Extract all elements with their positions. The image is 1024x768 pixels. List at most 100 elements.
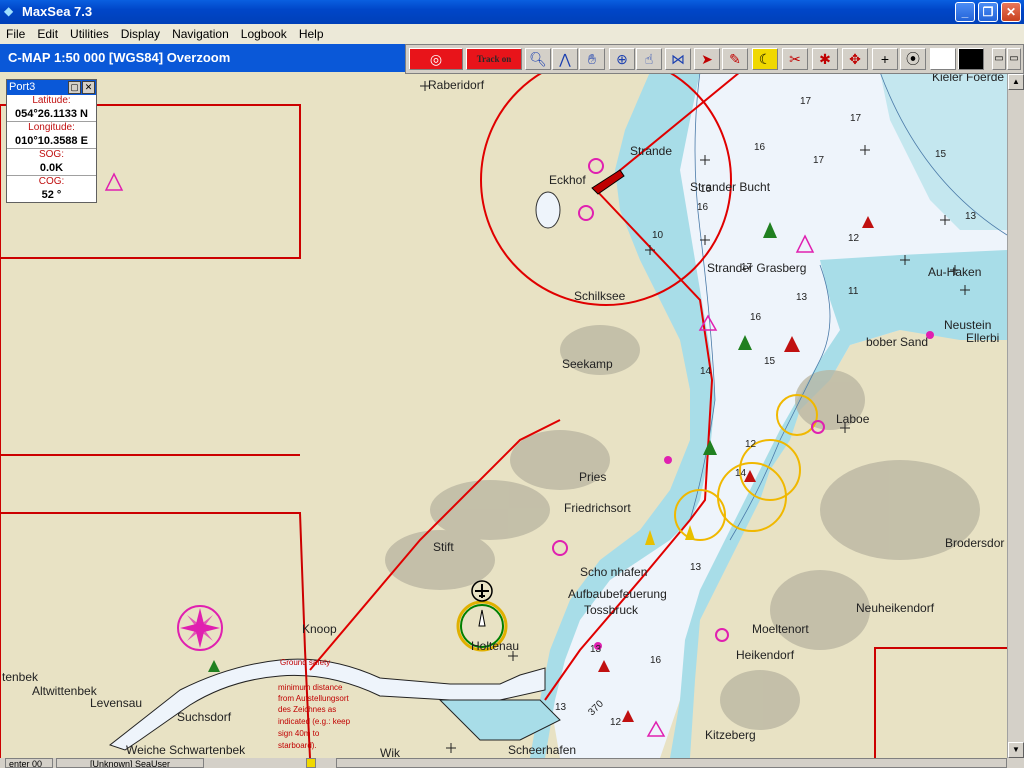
place-au-haken: Au-Haken <box>928 265 981 279</box>
svg-text:17: 17 <box>800 96 812 107</box>
place-aufbau: Aufbaubefeuerung <box>568 587 667 601</box>
place-neustein: Neustein <box>944 318 991 332</box>
port-panel-title: Port3 <box>9 81 36 93</box>
place-raberidorf: Raberidorf <box>428 78 485 92</box>
zoom-tool-button[interactable]: 🔍︎ <box>525 48 551 70</box>
pan-tool-button[interactable]: ✋︎ <box>579 48 605 70</box>
maximize-button[interactable]: ❐ <box>978 2 998 22</box>
maxsea-app-icon: ◆ <box>4 4 14 18</box>
place-knoop: Knoop <box>302 622 337 636</box>
target-icon: ⦿ <box>906 51 920 67</box>
place-moeltenort: Moeltenort <box>752 622 809 636</box>
waypoint-tool-button[interactable]: ✱ <box>812 48 838 70</box>
place-suchsdorf: Suchsdorf <box>177 710 232 724</box>
place-tossbruck: Tossbruck <box>584 603 639 617</box>
longitude-value: 010°10.3588 E <box>7 134 96 149</box>
target-button[interactable]: ⦿ <box>900 48 926 70</box>
record-button[interactable]: ◎ <box>409 48 463 70</box>
pencil-tool-button[interactable]: ✎ <box>722 48 748 70</box>
place-pries: Pries <box>579 470 606 484</box>
place-tenbek: tenbek <box>2 670 39 684</box>
place-holtenau: Holtenau <box>471 639 519 653</box>
route-tool-button[interactable]: ⋈ <box>665 48 691 70</box>
move-tool-button[interactable]: ☝︎ <box>636 48 662 70</box>
svg-text:12: 12 <box>745 439 757 450</box>
scroll-up-button[interactable]: ▲ <box>1008 74 1024 90</box>
main-toolbar: ◎ Track on 🔍︎ ⋀ ✋︎ ⊕ ☝︎ ⋈ ➤ ✎ ☾ ✂ ✱ ✥ + … <box>405 44 1024 74</box>
arrow-cursor-icon: ➤ <box>701 51 713 67</box>
status-cell-1: enter 00 <box>5 758 53 768</box>
panel-restore-button[interactable]: ▢ <box>68 81 81 94</box>
menu-display[interactable]: Display <box>115 24 166 41</box>
port-panel-header[interactable]: Port3 ▢ ✕ <box>7 80 96 95</box>
scroll-down-button[interactable]: ▼ <box>1008 742 1024 758</box>
svg-text:12: 12 <box>848 233 860 244</box>
scissors-tool-button[interactable]: ✂ <box>782 48 808 70</box>
mark-icon: ☾ <box>758 51 772 67</box>
panel-toggle-button-2[interactable]: ▭ <box>1007 48 1021 70</box>
svg-text:16: 16 <box>650 655 662 666</box>
vertical-scrollbar[interactable]: ▲ ▼ <box>1007 74 1024 758</box>
panel-close-button[interactable]: ✕ <box>82 81 95 94</box>
center-tool-button[interactable]: ⊕ <box>609 48 635 70</box>
color-black-button[interactable] <box>958 48 984 70</box>
add-point-button[interactable]: + <box>872 48 898 70</box>
route-icon: ⋈ <box>671 51 685 67</box>
cog-value: 52 ° <box>41 189 62 201</box>
menu-file[interactable]: File <box>0 24 31 41</box>
hand-icon: ✋︎ <box>588 51 596 67</box>
place-neuheikendorf: Neuheikendorf <box>856 601 935 615</box>
svg-text:16: 16 <box>750 312 762 323</box>
compass-tool-button[interactable]: ⋀ <box>552 48 578 70</box>
waypoint-icon: ✱ <box>819 51 831 67</box>
nautical-chart[interactable]: 17 17 16 17 15 16 13 12 16 15 13 14 12 1… <box>0 72 1007 758</box>
svg-text:15: 15 <box>935 149 947 160</box>
sog-value: 0.0K <box>7 161 96 176</box>
place-seekamp: Seekamp <box>562 357 613 371</box>
latitude-value: 054°26.1133 N <box>7 107 96 122</box>
mark-tool-button[interactable]: ☾ <box>752 48 778 70</box>
move-point-button[interactable]: ✥ <box>842 48 868 70</box>
svg-text:10: 10 <box>652 230 664 241</box>
menu-utilities[interactable]: Utilities <box>64 24 115 41</box>
menu-help[interactable]: Help <box>293 24 330 41</box>
panel-toggle-button[interactable]: ▭ <box>992 48 1006 70</box>
place-scheerhafen: Scheerhafen <box>508 743 576 757</box>
place-levensau: Levensau <box>90 696 142 710</box>
place-weiche: Weiche Schwartenbek <box>126 743 246 757</box>
cursor-tool-button[interactable]: ➤ <box>694 48 720 70</box>
place-altwittenbek: Altwittenbek <box>32 684 98 698</box>
svg-text:Ground safety: Ground safety <box>280 658 330 667</box>
svg-text:13: 13 <box>965 211 977 222</box>
svg-text:sign 40m to: sign 40m to <box>278 729 320 738</box>
horizontal-scrollbar[interactable] <box>336 758 1007 768</box>
window-icon-2: ▭ <box>1009 53 1019 64</box>
close-button[interactable]: ✕ <box>1001 2 1021 22</box>
scissors-icon: ✂ <box>789 51 801 67</box>
place-schoenhafen: Scho nhafen <box>580 565 647 579</box>
svg-text:des Zeichnes as: des Zeichnes as <box>278 705 336 714</box>
window-icon: ▭ <box>994 53 1004 64</box>
svg-text:16: 16 <box>754 142 766 153</box>
menu-navigation[interactable]: Navigation <box>166 24 235 41</box>
svg-text:15: 15 <box>764 356 776 367</box>
chart-scale-label: C-MAP 1:50 000 [WGS84] Overzoom <box>8 50 231 65</box>
track-on-button[interactable]: Track on <box>466 48 522 70</box>
status-bar: enter 00 [Unknown] SeaUser <box>0 758 1024 768</box>
port-info-panel[interactable]: Port3 ▢ ✕ Latitude: 054°26.1133 N Longit… <box>6 79 97 203</box>
place-strander-bucht: Strander Bucht <box>690 180 771 194</box>
place-friedrichsort: Friedrichsort <box>564 501 631 515</box>
svg-text:16: 16 <box>697 202 709 213</box>
minimize-button[interactable]: _ <box>955 2 975 22</box>
place-laboe: Laboe <box>836 412 870 426</box>
menu-edit[interactable]: Edit <box>31 24 64 41</box>
svg-text:14: 14 <box>700 366 712 377</box>
svg-text:17: 17 <box>813 155 825 166</box>
svg-text:from Aufstellungsort: from Aufstellungsort <box>278 694 349 703</box>
color-white-button[interactable] <box>930 48 956 70</box>
place-stift: Stift <box>433 540 454 554</box>
place-wik: Wik <box>380 746 401 758</box>
place-kitzeberg: Kitzeberg <box>705 728 756 742</box>
menu-logbook[interactable]: Logbook <box>235 24 293 41</box>
place-bober-sand: bober Sand <box>866 335 928 349</box>
